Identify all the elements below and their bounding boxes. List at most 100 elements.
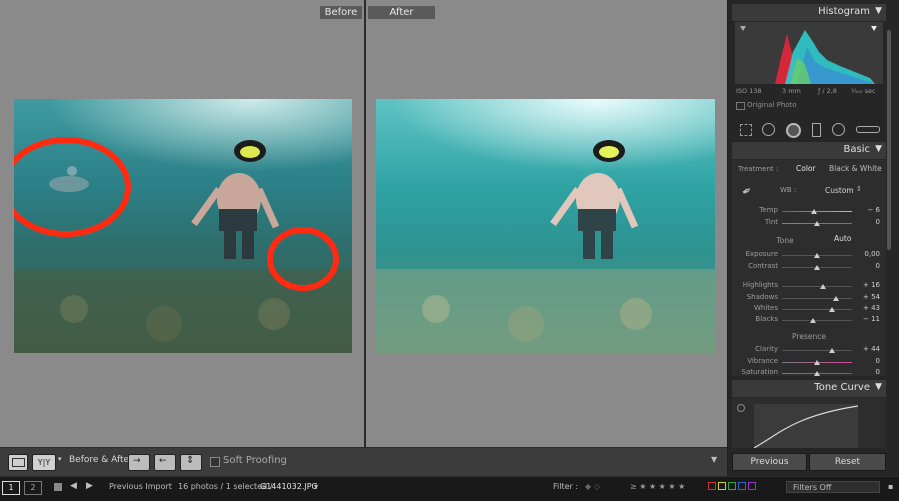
back-arrow-icon[interactable]: ◀ — [70, 481, 77, 491]
slider-thumb[interactable] — [814, 265, 820, 270]
toolbar-menu-chevron-icon[interactable]: ▼ — [711, 455, 717, 464]
slider-value[interactable]: 0 — [876, 368, 880, 376]
selected-filename[interactable]: G1441032.JPG — [260, 482, 318, 491]
filmstrip-bar: 1 2 ◀ ▶ Previous Import 16 photos / 1 se… — [0, 476, 899, 501]
slider-row-contrast: Contrast 0 — [732, 262, 886, 272]
slider-value[interactable]: − 11 — [863, 315, 880, 323]
white-balance-eyedropper-icon[interactable]: ✒ — [739, 182, 755, 199]
slider-thumb[interactable] — [809, 318, 816, 323]
after-photo[interactable] — [376, 99, 715, 353]
slider-row-vibrance: Vibrance 0 — [732, 357, 886, 367]
slider-row-exposure: Exposure 0,00 — [732, 250, 886, 260]
after-pane-label: After — [368, 6, 435, 19]
soft-proofing-checkbox[interactable] — [210, 457, 220, 467]
slider-track[interactable] — [782, 350, 852, 351]
before-photo[interactable] — [14, 99, 352, 353]
slider-label: Vibrance — [747, 357, 778, 365]
slider-value[interactable]: 0 — [876, 262, 880, 270]
filter-lock-icon[interactable]: ▪ — [888, 482, 893, 491]
basic-section: Treatment : Color Black & White ✒ WB : C… — [732, 160, 886, 376]
slider-track[interactable] — [782, 211, 852, 212]
original-photo-checkbox[interactable] — [736, 102, 745, 110]
slider-row-clarity: Clarity + 44 — [732, 345, 886, 355]
slider-thumb[interactable] — [819, 284, 826, 289]
slider-thumb[interactable] — [829, 348, 836, 353]
filter-label: Filter : — [553, 482, 579, 491]
spot-removal-icon[interactable] — [762, 123, 775, 136]
slider-value[interactable]: + 43 — [863, 304, 880, 312]
slider-value[interactable]: + 44 — [863, 345, 880, 353]
rating-filter-stars[interactable]: ≥ ★ ★ ★ ★ ★ — [630, 482, 685, 491]
red-eye-icon[interactable] — [786, 123, 801, 138]
adjustment-brush-icon[interactable] — [856, 126, 880, 133]
crop-tool-icon[interactable] — [740, 124, 752, 136]
auto-tone-button[interactable]: Auto — [834, 234, 851, 243]
slider-label: Temp — [759, 206, 778, 214]
histogram-graph[interactable] — [735, 22, 883, 84]
treatment-bw-option[interactable]: Black & White — [829, 164, 882, 173]
slider-thumb[interactable] — [814, 371, 820, 376]
slider-value[interactable]: 0 — [876, 357, 880, 365]
slider-track[interactable] — [782, 309, 852, 310]
graduated-filter-icon[interactable] — [812, 123, 821, 137]
chevron-down-icon[interactable]: ▾ — [314, 482, 318, 491]
treatment-label: Treatment : — [738, 165, 779, 173]
slider-row-whites: Whites + 43 — [732, 304, 886, 314]
photo-count: 16 photos / 1 selected / — [178, 482, 273, 491]
grid-view-icon[interactable] — [54, 483, 62, 491]
slider-label: Shadows — [746, 293, 778, 301]
filter-preset-select[interactable]: Filters Off — [786, 481, 880, 493]
collapse-triangle-icon: ▼ — [875, 382, 882, 392]
copy-after-to-before-button[interactable]: ← — [154, 454, 176, 471]
slider-thumb[interactable] — [832, 296, 839, 301]
slider-track[interactable] — [782, 320, 852, 321]
exif-aperture: ƒ / 2,8 — [818, 87, 837, 95]
slider-label: Clarity — [755, 345, 778, 353]
flag-filter-icons[interactable]: ◆ ◇ — [585, 482, 600, 491]
swap-before-after-button[interactable]: ⇕ — [180, 454, 202, 471]
slider-thumb[interactable] — [814, 221, 820, 226]
basic-header[interactable]: Basic ▼ — [732, 142, 886, 159]
slider-thumb[interactable] — [828, 307, 835, 312]
histogram-header[interactable]: Histogram ▼ — [732, 4, 886, 21]
slider-track[interactable] — [782, 286, 852, 287]
wb-preset-select[interactable]: Custom — [825, 186, 854, 195]
tone-curve-title: Tone Curve — [814, 382, 870, 393]
source-label[interactable]: Previous Import — [109, 482, 172, 491]
loupe-view-button[interactable] — [8, 454, 28, 471]
slider-thumb[interactable] — [810, 209, 817, 214]
slider-thumb[interactable] — [814, 360, 820, 365]
targeted-adjustment-icon[interactable] — [737, 404, 745, 412]
before-after-view-button[interactable]: Y|Y — [32, 454, 56, 471]
swap-arrow-icon: → — [133, 456, 141, 466]
slider-value[interactable]: 0 — [876, 218, 880, 226]
slider-label: Whites — [753, 304, 778, 312]
forward-arrow-icon[interactable]: ▶ — [86, 481, 93, 491]
collapse-triangle-icon: ▼ — [875, 144, 882, 154]
slider-value[interactable]: 0,00 — [864, 250, 880, 258]
treatment-color-option[interactable]: Color — [796, 164, 816, 173]
pane-divider — [364, 0, 366, 447]
slider-value[interactable]: + 16 — [863, 281, 880, 289]
single-view-icon — [12, 458, 25, 467]
color-label-filters[interactable] — [708, 482, 756, 492]
reset-button[interactable]: Reset — [809, 453, 886, 471]
slider-track[interactable] — [782, 298, 852, 299]
tool-strip — [736, 120, 886, 138]
slider-thumb[interactable] — [814, 253, 820, 258]
slider-label: Saturation — [741, 368, 779, 376]
previous-button[interactable]: Previous — [732, 453, 807, 471]
exif-focal-length: 3 mm — [782, 87, 801, 95]
copy-before-to-after-button[interactable]: → — [128, 454, 150, 471]
panel-scrollbar[interactable] — [887, 30, 891, 250]
secondary-window-button[interactable]: 2 — [24, 481, 42, 495]
presence-group-label: Presence — [792, 332, 826, 341]
tone-curve-header[interactable]: Tone Curve ▼ — [732, 380, 886, 397]
tone-curve-graph[interactable] — [753, 404, 859, 449]
slider-value[interactable]: + 54 — [863, 293, 880, 301]
radial-filter-icon[interactable] — [832, 123, 845, 136]
slider-value[interactable]: − 6 — [867, 206, 880, 214]
primary-window-button[interactable]: 1 — [2, 481, 20, 495]
before-pane-label: Before — [320, 6, 362, 19]
chevron-down-icon[interactable]: ▾ — [58, 455, 62, 463]
